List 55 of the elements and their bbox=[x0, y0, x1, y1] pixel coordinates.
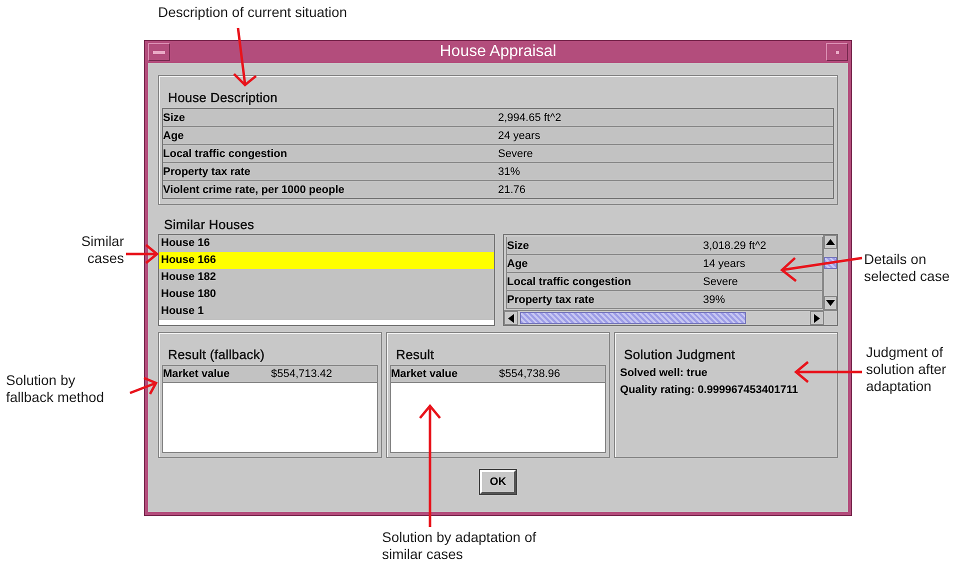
scroll-thumb[interactable] bbox=[520, 312, 746, 324]
table-cell-text: Market value bbox=[391, 368, 459, 380]
list-item[interactable]: House 166 bbox=[159, 252, 494, 269]
panel-heading: Result bbox=[395, 347, 436, 364]
table-cell-text: 21.76 bbox=[498, 184, 527, 196]
annotation-text: Solution by adaptation of similar cases bbox=[382, 529, 538, 563]
judgment-text: Solved well: true bbox=[619, 366, 708, 381]
list-item[interactable]: House 180 bbox=[159, 286, 494, 303]
table-cell-text: 14 years bbox=[703, 258, 746, 270]
table-cell-text: Severe bbox=[703, 276, 739, 288]
table-cell-text: Property tax rate bbox=[507, 294, 596, 306]
annotation-text: Description of current situation bbox=[158, 4, 348, 21]
table-cell-text: Age bbox=[507, 258, 529, 270]
annotation-text: Details on selected case bbox=[864, 251, 951, 285]
scroll-up-icon[interactable] bbox=[824, 235, 837, 249]
table-cell-text: 3,018.29 ft^2 bbox=[703, 240, 768, 252]
vertical-scrollbar[interactable] bbox=[823, 235, 837, 310]
table-cell-text: Local traffic congestion bbox=[507, 276, 632, 288]
table-cell-text: 24 years bbox=[498, 130, 542, 142]
table-cell-text: 2,994.65 ft^2 bbox=[498, 112, 562, 124]
arrow bbox=[233, 28, 257, 87]
scroll-down-icon[interactable] bbox=[824, 296, 837, 310]
list-item[interactable]: House 1 bbox=[159, 303, 494, 320]
window-maximize-button[interactable] bbox=[826, 43, 848, 61]
table-cell-text: Size bbox=[507, 240, 530, 252]
arrow bbox=[794, 361, 862, 383]
arrow bbox=[126, 244, 159, 264]
annotation-text: Similar cases bbox=[80, 233, 124, 267]
table-cell-text: 31% bbox=[498, 166, 522, 178]
annotation-text: Judgment of solution after adaptation bbox=[866, 344, 948, 395]
arrow bbox=[130, 376, 158, 395]
table-cell-text: Violent crime rate, per 1000 people bbox=[163, 184, 346, 196]
table-cell-text: Market value bbox=[163, 368, 231, 380]
list-item[interactable]: House 182 bbox=[159, 269, 494, 286]
window-title: House Appraisal bbox=[438, 43, 558, 61]
panel-heading: Result (fallback) bbox=[167, 347, 266, 364]
table-cell: $554,713.42 bbox=[271, 368, 332, 380]
table-cell-text: Property tax rate bbox=[163, 166, 252, 178]
panel-heading: Solution Judgment bbox=[623, 347, 736, 364]
horizontal-scrollbar[interactable] bbox=[504, 310, 837, 325]
table-cell-text: Age bbox=[163, 130, 185, 142]
annotation-text: Solution by fallback method bbox=[6, 372, 106, 406]
table-cell: $554,738.96 bbox=[499, 368, 560, 380]
judgment-text: Quality rating: 0.999967453401711 bbox=[619, 383, 799, 398]
table-cell-text: Size bbox=[163, 112, 186, 124]
table-cell-text: Severe bbox=[498, 148, 534, 160]
table-cell-text: 39% bbox=[703, 294, 726, 306]
list-item[interactable]: House 16 bbox=[159, 235, 494, 252]
table-cell-text: Local traffic congestion bbox=[163, 148, 288, 160]
section-heading: Similar Houses bbox=[163, 216, 256, 234]
window-menu-button[interactable] bbox=[148, 43, 170, 61]
ok-button[interactable]: OK bbox=[480, 470, 516, 494]
scroll-right-icon[interactable] bbox=[810, 311, 824, 325]
scroll-left-icon[interactable] bbox=[504, 311, 518, 325]
panel-heading: House Description bbox=[167, 90, 279, 107]
